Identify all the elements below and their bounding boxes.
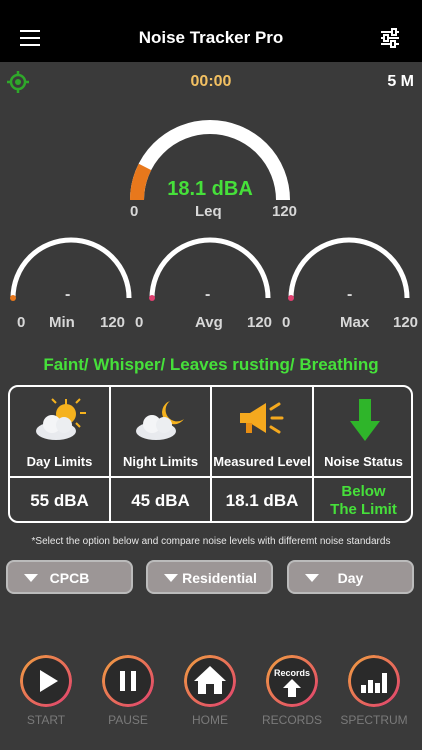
max-gauge-min: 0 xyxy=(282,314,291,331)
zone-selector-value: Residential xyxy=(182,570,257,586)
home-label: HOME xyxy=(192,713,228,727)
avg-value: - xyxy=(205,286,211,303)
measured-level-value: 18.1 dBA xyxy=(225,491,299,510)
night-limits-label: Night Limits xyxy=(122,454,199,469)
noise-category: Faint/ Whisper/ Leaves rusting/ Breathin… xyxy=(43,355,379,374)
avg-gauge-min: 0 xyxy=(135,314,144,331)
day-limits-label: Day Limits xyxy=(26,454,93,469)
spectrum-label: SPECTRUM xyxy=(340,713,408,727)
limits-table: Day Limits 55 dBA Night Limits 45 dBA Me… xyxy=(8,385,413,523)
night-limits-value: 45 dBA xyxy=(131,491,190,510)
max-gauge-dot xyxy=(288,295,294,301)
records-button[interactable]: Records xyxy=(266,655,318,707)
min-gauge-max: 120 xyxy=(100,314,126,331)
leq-max-label: 120 xyxy=(272,203,298,220)
start-button[interactable] xyxy=(20,655,72,707)
home-button[interactable] xyxy=(184,655,236,707)
min-gauge-label: Min xyxy=(49,314,75,331)
pause-button[interactable] xyxy=(102,655,154,707)
noise-status-line1: Below xyxy=(341,483,386,500)
standard-selector[interactable]: CPCB xyxy=(6,560,133,594)
down-arrow-icon xyxy=(350,399,380,441)
noise-status-label: Noise Status xyxy=(324,454,403,469)
home-icon xyxy=(194,666,226,694)
play-icon xyxy=(40,670,58,692)
pause-icon xyxy=(120,671,136,691)
min-gauge-dot xyxy=(10,295,16,301)
avg-gauge-label: Avg xyxy=(195,314,223,331)
leq-label: Leq xyxy=(195,203,222,220)
records-label: RECORDS xyxy=(261,713,322,727)
max-value: - xyxy=(347,286,353,303)
max-gauge-max: 120 xyxy=(393,314,419,331)
day-limits-value: 55 dBA xyxy=(30,491,89,510)
spectrum-button[interactable] xyxy=(348,655,400,707)
small-gauges xyxy=(10,237,410,301)
avg-gauge-max: 120 xyxy=(247,314,273,331)
sun-cloud-icon xyxy=(36,398,86,440)
max-gauge-label: Max xyxy=(340,314,370,331)
avg-gauge-dot xyxy=(149,295,155,301)
measured-level-label: Measured Level xyxy=(213,454,311,469)
min-value: - xyxy=(65,286,71,303)
pause-label: PAUSE xyxy=(108,713,148,727)
zone-selector[interactable]: Residential xyxy=(146,560,273,594)
standard-selector-value: CPCB xyxy=(49,570,90,586)
leq-min-label: 0 xyxy=(130,203,139,220)
leq-value: 18.1 dBA xyxy=(167,178,253,200)
compare-note: *Select the option below and compare noi… xyxy=(31,536,391,547)
time-selector[interactable]: Day xyxy=(287,560,414,594)
min-gauge-min: 0 xyxy=(17,314,26,331)
spectrum-bars-icon xyxy=(361,673,387,693)
noise-status-value: Below The Limit xyxy=(314,483,413,519)
start-label: START xyxy=(26,713,66,727)
records-arrow-icon xyxy=(283,679,301,697)
moon-cloud-icon xyxy=(136,401,184,440)
time-selector-value: Day xyxy=(337,570,364,586)
noise-status-line2: The Limit xyxy=(330,501,397,518)
megaphone-icon xyxy=(240,402,284,434)
